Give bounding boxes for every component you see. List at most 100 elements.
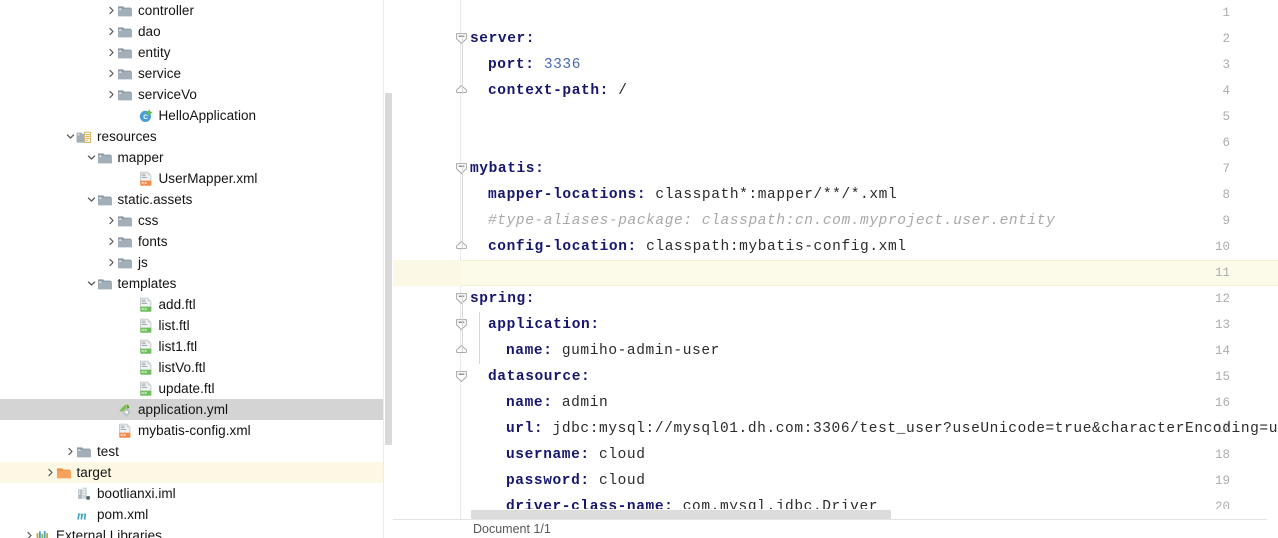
code-line-3[interactable]: port: 3336 xyxy=(488,52,581,78)
tree-item-usermapper-xml[interactable]: <> UserMapper.xml xyxy=(0,168,393,189)
editor-area[interactable]: 1 2 server: 3 port: 3336 4 context-path: /5 6 7 m… xyxy=(393,0,1278,538)
code-line-15[interactable]: datasource: xyxy=(488,364,590,390)
tree-item-css[interactable]: css xyxy=(0,210,393,231)
tree-item-application-yml[interactable]: application.yml xyxy=(0,399,393,420)
line-number: 7 xyxy=(1222,162,1230,176)
code-line-12[interactable]: spring: xyxy=(470,286,535,312)
svg-text:<>: <> xyxy=(120,432,126,438)
code-token: datasource: xyxy=(488,369,591,385)
folder-icon xyxy=(76,444,92,460)
code-line-2[interactable]: server: xyxy=(470,26,535,52)
tree-item-js[interactable]: js xyxy=(0,252,393,273)
target-folder-icon xyxy=(56,465,72,481)
fold-guide-line xyxy=(462,322,463,352)
chevron-right-icon[interactable] xyxy=(106,89,117,100)
tree-item-label: js xyxy=(138,255,148,270)
code-token: context-path: xyxy=(488,83,609,99)
code-line-8[interactable]: mapper-locations: classpath*:mapper/**/*… xyxy=(488,182,897,208)
tree-item-target[interactable]: target xyxy=(0,462,393,483)
chevron-right-icon[interactable] xyxy=(106,236,117,247)
project-tool-window[interactable]: controller dao entity service serviceVo C Hell… xyxy=(0,0,393,538)
chevron-right-icon[interactable] xyxy=(106,215,117,226)
code-line-7[interactable]: mybatis: xyxy=(470,156,544,182)
chevron-right-icon[interactable] xyxy=(106,257,117,268)
code-line-9[interactable]: #type-aliases-package: classpath:cn.com.… xyxy=(488,208,1055,234)
tree-item-mybatis-config-xml[interactable]: <> mybatis-config.xml xyxy=(0,420,393,441)
maven-icon: m xyxy=(76,507,92,523)
code-token: name: xyxy=(506,343,553,359)
code-token: cloud xyxy=(589,473,646,489)
tree-item-external-libraries[interactable]: External Libraries xyxy=(0,525,393,538)
tree-item-servicevo[interactable]: serviceVo xyxy=(0,84,393,105)
svg-text:<>: <> xyxy=(141,390,147,396)
tree-item-label: serviceVo xyxy=(138,87,197,102)
ftl-file-icon: <> xyxy=(138,297,154,313)
tree-item-fonts[interactable]: fonts xyxy=(0,231,393,252)
sidebar-scrollbar-thumb[interactable] xyxy=(385,93,392,445)
svg-text:<>: <> xyxy=(141,327,147,333)
code-token: cloud xyxy=(589,447,646,463)
chevron-down-icon[interactable] xyxy=(86,194,97,205)
tree-item-service[interactable]: service xyxy=(0,63,393,84)
code-token: spring: xyxy=(470,291,536,307)
tree-item-mapper[interactable]: mapper xyxy=(0,147,393,168)
chevron-down-icon[interactable] xyxy=(86,278,97,289)
tree-item-label: fonts xyxy=(138,234,168,249)
tree-item-entity[interactable]: entity xyxy=(0,42,393,63)
chevron-right-icon[interactable] xyxy=(45,467,56,478)
tree-item-templates[interactable]: templates xyxy=(0,273,393,294)
chevron-down-icon[interactable] xyxy=(86,152,97,163)
tree-item-list-ftl[interactable]: <> list.ftl xyxy=(0,315,393,336)
tree-item-list1-ftl[interactable]: <> list1.ftl xyxy=(0,336,393,357)
code-line-4[interactable]: context-path: / xyxy=(488,78,628,104)
tree-item-update-ftl[interactable]: <> update.ftl xyxy=(0,378,393,399)
tree-item-label: css xyxy=(138,213,159,228)
tree-item-static-assets[interactable]: static.assets xyxy=(0,189,393,210)
code-token: config-location: xyxy=(488,239,637,255)
chevron-right-icon[interactable] xyxy=(106,5,117,16)
tree-item-listvo-ftl[interactable]: <> listVo.ftl xyxy=(0,357,393,378)
code-line-17[interactable]: url: jdbc:mysql://mysql01.dh.com:3306/te… xyxy=(506,416,1278,442)
sidebar-scrollbar-track[interactable] xyxy=(383,0,393,538)
ftl-file-icon: <> xyxy=(138,360,154,376)
tree-item-pom-xml[interactable]: m pom.xml xyxy=(0,504,393,525)
chevron-right-icon[interactable] xyxy=(106,26,117,37)
code-line-18[interactable]: username: cloud xyxy=(506,442,646,468)
tree-item-add-ftl[interactable]: <> add.ftl xyxy=(0,294,393,315)
chevron-right-icon[interactable] xyxy=(65,446,76,457)
code-line-10[interactable]: config-location: classpath:mybatis-confi… xyxy=(488,234,907,260)
tree-item-controller[interactable]: controller xyxy=(0,0,393,21)
code-line-19[interactable]: password: cloud xyxy=(506,468,646,494)
ftl-file-icon: <> xyxy=(138,318,154,334)
tree-item-label: add.ftl xyxy=(158,297,196,312)
line-number: 6 xyxy=(1222,136,1230,150)
tree-item-dao[interactable]: dao xyxy=(0,21,393,42)
tree-item-label: controller xyxy=(138,3,195,18)
chevron-right-icon[interactable] xyxy=(106,68,117,79)
tree-item-bootlianxi-iml[interactable]: bootlianxi.iml xyxy=(0,483,393,504)
line-number: 13 xyxy=(1214,318,1230,332)
folder-icon xyxy=(97,276,113,292)
editor-hscrollbar-thumb[interactable] xyxy=(471,510,891,519)
current-line-highlight xyxy=(461,260,1278,286)
tree-item-label: update.ftl xyxy=(158,381,215,396)
fold-marker-open2[interactable] xyxy=(455,364,469,390)
code-line-13[interactable]: application: xyxy=(488,312,600,338)
java-class-icon: C xyxy=(138,108,154,124)
chevron-right-icon[interactable] xyxy=(24,530,35,538)
chevron-down-icon[interactable] xyxy=(65,131,76,142)
tree-item-resources[interactable]: resources xyxy=(0,126,393,147)
project-tree[interactable]: controller dao entity service serviceVo C Hell… xyxy=(0,0,393,538)
tree-item-helloapplication[interactable]: C HelloApplication xyxy=(0,105,393,126)
iml-file-icon xyxy=(76,486,92,502)
tree-item-label: resources xyxy=(97,129,157,144)
code-token: #type-aliases-package: classpath:cn.com.… xyxy=(488,213,1056,229)
code-line-14[interactable]: name: gumiho-admin-user xyxy=(506,338,720,364)
chevron-right-icon[interactable] xyxy=(106,47,117,58)
line-number: 8 xyxy=(1222,188,1230,202)
tree-item-test[interactable]: test xyxy=(0,441,393,462)
tree-item-label: mapper xyxy=(117,150,164,165)
code-line-16[interactable]: name: admin xyxy=(506,390,608,416)
code-token: mybatis: xyxy=(470,161,545,177)
code-token: admin xyxy=(552,395,609,411)
